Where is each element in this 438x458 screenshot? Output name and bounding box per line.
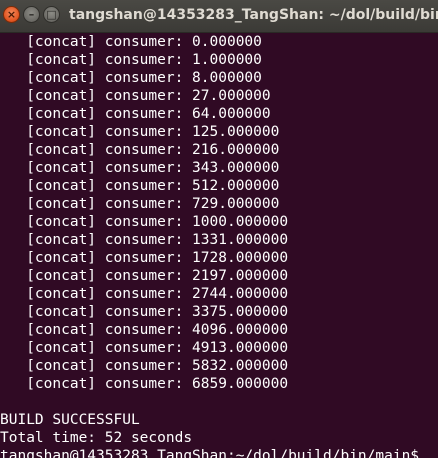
output-line: [concat] consumer: 27.000000 (0, 88, 271, 104)
output-line: [concat] consumer: 2744.000000 (0, 286, 289, 302)
output-line: [concat] consumer: 4913.000000 (0, 340, 289, 356)
terminal-window: × – □ tangshan@14353283_TangShan: ~/dol/… (0, 0, 438, 458)
output-line: [concat] consumer: 216.000000 (0, 142, 280, 158)
shell-prompt: tangshan@14353283_TangShan:~/dol/build/b… (0, 448, 420, 458)
total-time-line: Total time: 52 seconds (0, 430, 193, 446)
output-line: [concat] consumer: 3375.000000 (0, 304, 289, 320)
output-line: [concat] consumer: 125.000000 (0, 124, 280, 140)
terminal-output[interactable]: [concat] consumer: 0.000000 [concat] con… (0, 33, 438, 458)
output-line: [concat] consumer: 1.000000 (0, 52, 262, 68)
minimize-icon[interactable]: – (23, 6, 40, 23)
output-line: [concat] consumer: 512.000000 (0, 178, 280, 194)
close-icon[interactable]: × (3, 6, 20, 23)
output-line: [concat] consumer: 6859.000000 (0, 376, 289, 392)
output-line: [concat] consumer: 64.000000 (0, 106, 271, 122)
window-title: tangshan@14353283_TangShan: ~/dol/build/… (69, 7, 438, 23)
output-line: [concat] consumer: 1331.000000 (0, 232, 289, 248)
output-line: [concat] consumer: 1000.000000 (0, 214, 289, 230)
output-line: [concat] consumer: 8.000000 (0, 70, 262, 86)
output-line: [concat] consumer: 343.000000 (0, 160, 280, 176)
maximize-icon[interactable]: □ (43, 6, 60, 23)
output-line: [concat] consumer: 2197.000000 (0, 268, 289, 284)
title-bar[interactable]: × – □ tangshan@14353283_TangShan: ~/dol/… (0, 0, 438, 33)
output-line: [concat] consumer: 1728.000000 (0, 250, 289, 266)
output-line: [concat] consumer: 729.000000 (0, 196, 280, 212)
build-status-line: BUILD SUCCESSFUL (0, 412, 140, 428)
output-line: [concat] consumer: 4096.000000 (0, 322, 289, 338)
output-line: [concat] consumer: 0.000000 (0, 34, 262, 50)
output-line: [concat] consumer: 5832.000000 (0, 358, 289, 374)
